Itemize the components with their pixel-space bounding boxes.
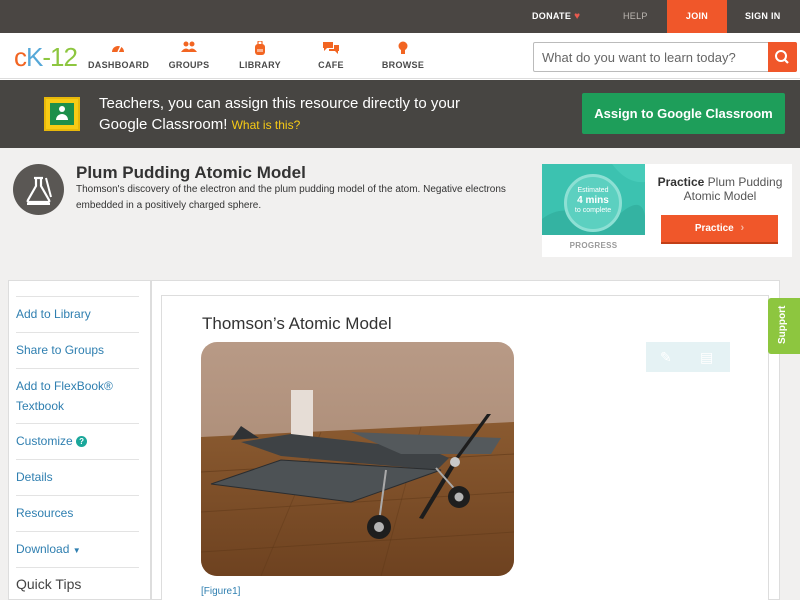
practice-title: Practice Plum Pudding Atomic Model	[650, 175, 790, 203]
nav-library[interactable]: LIBRARY	[238, 40, 282, 70]
flexbook-label: Add to FlexBook®	[16, 379, 113, 393]
sidebar-divider	[16, 495, 139, 496]
help-link[interactable]: HELP	[623, 0, 648, 33]
practice-title-bold: Practice	[657, 175, 705, 189]
groups-people-icon	[167, 41, 211, 57]
download-label: Download	[16, 542, 70, 556]
search-input[interactable]	[534, 43, 768, 71]
nav-groups[interactable]: GROUPS	[167, 41, 211, 70]
nav-browse[interactable]: BROWSE	[380, 41, 426, 70]
sidebar-item-resources[interactable]: Resources	[16, 503, 139, 523]
assign-google-classroom-button[interactable]: Assign to Google Classroom	[582, 93, 785, 134]
sidebar-divider	[16, 368, 139, 369]
sidebar-divider	[16, 459, 139, 460]
nav-cafe-label: CAFE	[318, 60, 344, 70]
cafe-chat-icon	[313, 41, 349, 57]
ck12-logo[interactable]: cK-12	[14, 42, 78, 73]
donate-link[interactable]: DONATE ♥	[532, 0, 580, 33]
quick-tips-heading[interactable]: Quick Tips	[16, 576, 81, 592]
section-title: Thomson’s Atomic Model	[202, 314, 392, 333]
page-title: Plum Pudding Atomic Model	[76, 163, 306, 182]
help-icon[interactable]: ?	[76, 436, 88, 447]
support-label: Support	[777, 305, 788, 344]
search-button[interactable]	[768, 42, 797, 72]
customize-label: Customize	[16, 434, 73, 448]
chemistry-flask-icon	[13, 164, 64, 215]
search-icon	[775, 50, 789, 64]
caret-down-icon: ▼	[72, 546, 81, 555]
sidebar-item-add-to-flexbook[interactable]: Add to FlexBook® Textbook	[16, 376, 139, 416]
practice-button-label: Practice	[694, 223, 734, 234]
practice-button[interactable]: Practice ›	[661, 215, 778, 244]
nav-cafe[interactable]: CAFE	[313, 41, 349, 70]
estimated-time-badge: Estimated 4 mins to complete	[564, 174, 622, 232]
browse-bulb-icon	[380, 41, 426, 57]
notes-icon[interactable]: ▤	[700, 348, 716, 366]
nav-library-label: LIBRARY	[239, 60, 281, 70]
estimated-minutes: 4 mins	[577, 195, 609, 206]
heart-icon: ♥	[574, 11, 581, 22]
concept-description: Thomson's discovery of the electron and …	[76, 184, 506, 211]
top-bar: DONATE ♥ HELP JOIN SIGN IN	[0, 0, 800, 33]
nav-dashboard-label: DASHBOARD	[88, 60, 150, 70]
model-airplane-photo	[201, 342, 514, 576]
library-backpack-icon	[238, 40, 282, 57]
logo-k: K	[26, 42, 43, 72]
support-tab[interactable]: Support	[768, 298, 800, 354]
banner-message: Teachers, you can assign this resource d…	[99, 93, 499, 136]
chevron-right-icon: ›	[740, 222, 745, 234]
sidebar-divider	[16, 567, 139, 568]
to-complete-label: to complete	[574, 207, 612, 214]
logo-dash: -	[42, 42, 51, 72]
nav-dashboard[interactable]: DASHBOARD	[88, 41, 150, 70]
search-box	[533, 42, 797, 72]
what-is-this-link[interactable]: What is this?	[232, 118, 301, 132]
sidebar-item-add-to-library[interactable]: Add to Library	[16, 304, 139, 324]
sidebar-item-customize[interactable]: Customize ?	[16, 431, 139, 451]
logo-c: c	[14, 42, 27, 72]
sidebar-divider	[16, 296, 139, 297]
textbook-label: Textbook	[16, 399, 65, 413]
content-tools: ✎ ▤	[646, 342, 730, 372]
progress-label: PROGRESS	[569, 241, 618, 250]
estimated-label: Estimated	[577, 187, 609, 194]
dashboard-gauge-icon	[88, 41, 148, 57]
join-button[interactable]: JOIN	[667, 0, 727, 33]
signin-link[interactable]: SIGN IN	[745, 0, 781, 33]
edit-pencil-icon[interactable]: ✎	[660, 348, 674, 366]
sidebar-divider	[16, 531, 139, 532]
nav-groups-label: GROUPS	[168, 60, 210, 70]
sidebar-divider	[16, 423, 139, 424]
nav-browse-label: BROWSE	[381, 60, 425, 70]
donate-label: DONATE	[532, 11, 572, 21]
main-nav: cK-12 DASHBOARD GROUPS LIBRARY CAFE BROW…	[0, 33, 800, 79]
sidebar-item-share-to-groups[interactable]: Share to Groups	[16, 340, 139, 360]
sidebar-item-details[interactable]: Details	[16, 467, 139, 487]
logo-12: 12	[50, 42, 78, 72]
sidebar-item-download[interactable]: Download ▼	[16, 539, 139, 561]
google-classroom-icon	[44, 97, 80, 131]
sidebar-divider	[16, 332, 139, 333]
figure-link[interactable]: [Figure1]	[201, 586, 240, 597]
